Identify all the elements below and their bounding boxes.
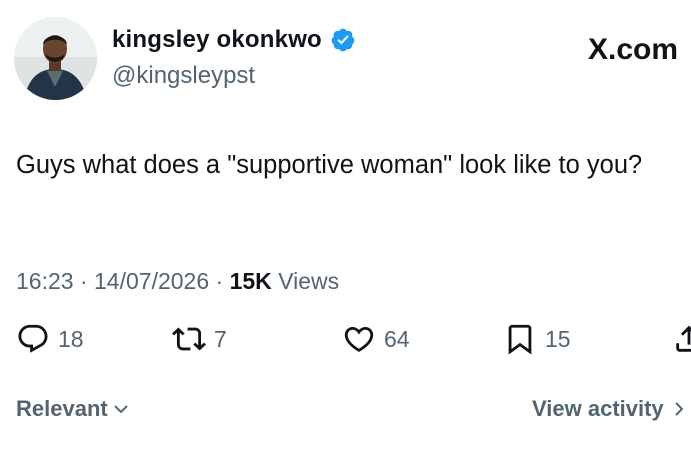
reply-icon	[18, 324, 48, 353]
author-handle[interactable]: @kingsleypst	[112, 62, 255, 90]
bookmark-button[interactable]: 15	[503, 322, 571, 356]
verified-badge-icon	[331, 28, 355, 52]
repost-button[interactable]: 7	[172, 322, 227, 356]
reply-button[interactable]: 18	[16, 322, 84, 356]
tweet-text: Guys what does a "supportive woman" look…	[16, 151, 643, 179]
repost-count: 7	[214, 325, 227, 352]
sort-replies-dropdown[interactable]: Relevant	[16, 396, 130, 422]
views-label: Views	[278, 268, 340, 294]
tweet-meta: 16:23 · 14/07/2026 · 15K Views	[16, 268, 339, 295]
author-name[interactable]: kingsley okonkwo	[112, 26, 322, 54]
view-activity-label: View activity	[532, 396, 664, 421]
share-icon	[676, 325, 691, 352]
chevron-down-icon	[114, 405, 128, 414]
action-bar: 18 7 64 15	[0, 322, 691, 362]
reply-count: 18	[58, 325, 84, 352]
avatar[interactable]	[14, 17, 97, 100]
views-count: 15K	[229, 268, 272, 294]
author-name-row[interactable]: kingsley okonkwo	[112, 26, 356, 54]
sort-label: Relevant	[16, 396, 108, 421]
bookmark-icon	[508, 324, 532, 355]
heart-icon	[344, 326, 374, 352]
share-button[interactable]	[672, 322, 691, 356]
view-activity-link[interactable]: View activity	[532, 396, 686, 422]
meta-separator: ·	[79, 268, 88, 294]
bookmark-count: 15	[545, 325, 571, 352]
tweet-date[interactable]: 14/07/2026	[94, 268, 209, 294]
like-count: 64	[384, 325, 410, 352]
chevron-right-icon	[674, 402, 684, 416]
site-watermark: X.com	[588, 33, 679, 66]
repost-icon	[172, 327, 206, 351]
tweet-time[interactable]: 16:23	[16, 268, 74, 294]
meta-separator: ·	[215, 268, 224, 294]
like-button[interactable]: 64	[342, 322, 410, 356]
profile-photo-icon	[14, 17, 97, 100]
